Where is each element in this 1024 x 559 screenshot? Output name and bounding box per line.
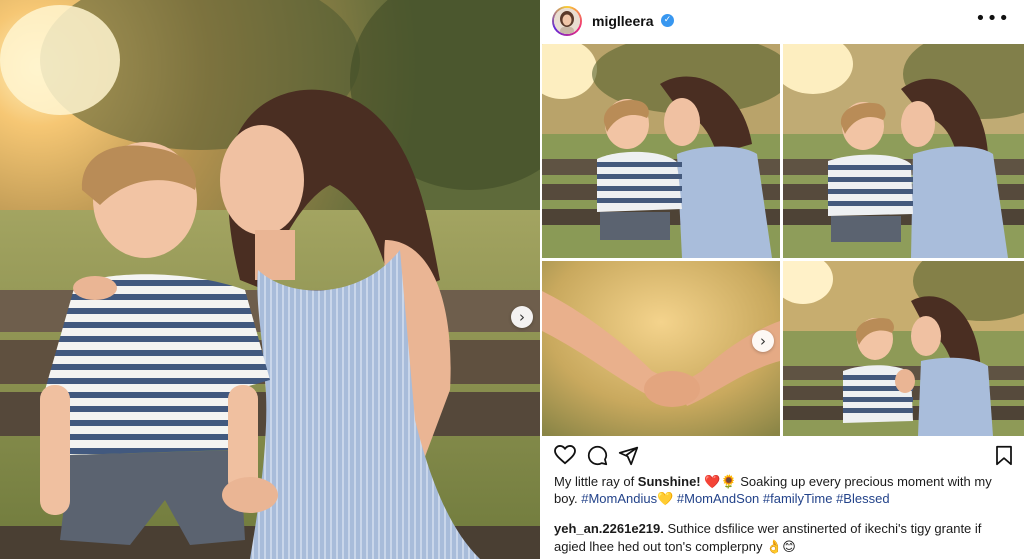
action-bar [554,445,1014,469]
caption-emojis: ❤️🌻 [704,474,737,489]
main-post-photo[interactable]: › [0,0,540,559]
hashtag-link[interactable]: #MomAndius [581,491,657,506]
grid-photo-4[interactable] [783,261,1024,436]
photo-holding-hands [542,261,780,436]
hashtag-emoji: 💛 [657,491,674,506]
photo-mother-son-bench [783,261,1024,436]
avatar-image [554,8,580,34]
post-panel: miglleera ✓ ••• › My little ray of Sunsh… [540,0,1024,559]
caption-bold: Sunshine! [637,474,701,489]
comment-icon[interactable] [587,445,608,466]
carousel-next-button[interactable]: › [511,306,533,328]
grid-photo-1[interactable] [542,44,780,258]
comment: yeh_an.2261e219. Suthice dsfilice wer an… [554,520,1016,556]
chevron-right-icon: › [519,307,525,326]
grid-photo-2[interactable] [783,44,1024,258]
comment-username[interactable]: yeh_an.2261e219. [554,521,664,536]
photo-mother-son-laughing [542,44,780,258]
username[interactable]: miglleera [592,13,653,29]
post-header: miglleera ✓ ••• [540,0,1024,44]
photo-mother-son-hug [783,44,1024,258]
hashtag-links[interactable]: #MomAndSon #familyTime #Blessed [673,491,890,506]
share-icon[interactable] [618,445,639,466]
caption-text: My little ray of [554,474,638,489]
more-options-icon[interactable]: ••• [975,10,1010,28]
comment-emojis: 👌😊 [766,539,796,554]
carousel-next-button-grid[interactable]: › [752,330,774,352]
photo-grid: › [540,44,1024,436]
chevron-right-icon: › [760,331,766,350]
verified-icon: ✓ [661,14,674,27]
post-caption: My little ray of Sunshine! ❤️🌻 Soaking u… [554,473,1016,507]
bookmark-icon[interactable] [995,445,1013,466]
mother-son-bench-photo [0,0,540,559]
avatar[interactable] [552,6,582,36]
heart-icon[interactable] [554,445,576,465]
grid-photo-3[interactable] [542,261,780,436]
